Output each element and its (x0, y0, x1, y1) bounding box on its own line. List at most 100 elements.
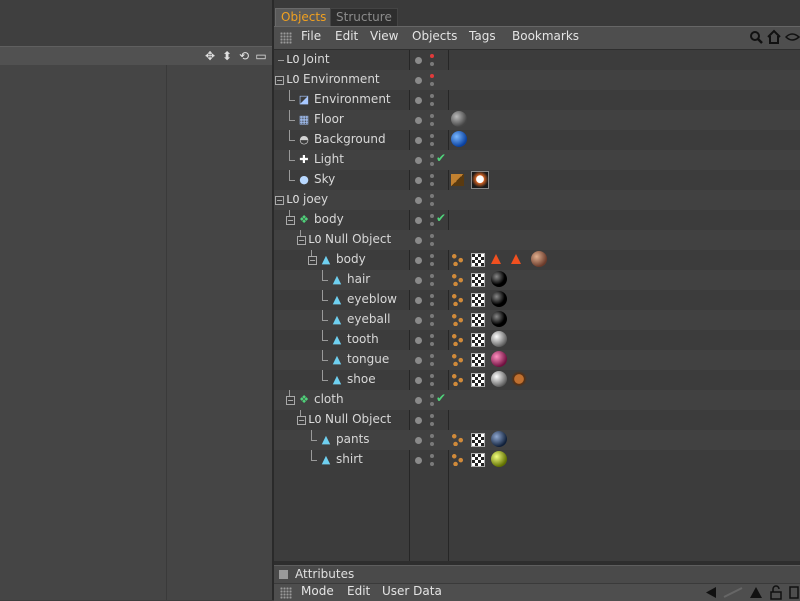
object-name[interactable]: Environment (314, 92, 391, 106)
object-name[interactable]: cloth (314, 392, 344, 406)
object-name[interactable]: hair (347, 272, 370, 286)
menu-file[interactable]: File (301, 29, 321, 43)
object-name[interactable]: Environment (303, 72, 380, 86)
enabled-check-icon[interactable]: ✔ (436, 391, 446, 405)
editor-visibility-dot[interactable] (430, 394, 434, 398)
visibility-dot[interactable] (415, 217, 422, 224)
visibility-dot[interactable] (415, 397, 422, 404)
collapse-toggle[interactable]: − (308, 256, 317, 265)
editor-visibility-dot[interactable] (430, 194, 434, 198)
enabled-check-icon[interactable]: ✔ (436, 151, 446, 165)
collapse-toggle[interactable]: − (275, 196, 284, 205)
render-visibility-dot[interactable] (430, 442, 434, 446)
object-row[interactable]: ▲ eyeball (274, 310, 800, 330)
visibility-dot[interactable] (415, 197, 422, 204)
render-visibility-dot[interactable] (430, 222, 434, 226)
render-visibility-dot[interactable] (430, 242, 434, 246)
object-row[interactable]: ● Sky (274, 170, 800, 190)
object-row[interactable]: ▲ shoe (274, 370, 800, 390)
visibility-dot[interactable] (415, 157, 422, 164)
material-tag-icon[interactable] (451, 111, 467, 127)
visibility-dot[interactable] (415, 57, 422, 64)
texture-tag-icon[interactable] (471, 373, 485, 387)
menu-tags[interactable]: Tags (469, 29, 496, 43)
editor-visibility-dot[interactable] (430, 94, 434, 98)
texture-tag-icon[interactable] (471, 293, 485, 307)
render-visibility-dot[interactable] (430, 342, 434, 346)
clapper-tag-icon[interactable] (451, 174, 464, 186)
object-row[interactable]: − ❖ body ✔ (274, 210, 800, 230)
editor-visibility-dot[interactable] (430, 294, 434, 298)
viewport[interactable] (0, 65, 272, 600)
visibility-dot[interactable] (415, 237, 422, 244)
render-visibility-dot[interactable] (430, 262, 434, 266)
visibility-dot[interactable] (415, 177, 422, 184)
material-tag-icon[interactable] (491, 331, 507, 347)
visibility-dot[interactable] (415, 77, 422, 84)
render-visibility-dot[interactable] (430, 182, 434, 186)
editor-visibility-dot[interactable] (430, 234, 434, 238)
object-name[interactable]: body (336, 252, 366, 266)
tab-objects[interactable]: Objects (275, 8, 333, 26)
editor-visibility-dot[interactable] (430, 414, 434, 418)
selection-tag-icon[interactable] (491, 254, 501, 264)
uvw-tag-icon[interactable] (451, 313, 464, 326)
editor-visibility-dot[interactable] (430, 374, 434, 378)
texture-tag-icon[interactable] (471, 333, 485, 347)
object-row[interactable]: ▲ eyeblow (274, 290, 800, 310)
collapse-toggle[interactable]: − (286, 216, 295, 225)
maximize-icon[interactable]: ▭ (254, 48, 268, 64)
object-row[interactable]: L0 Joint (274, 50, 800, 70)
render-visibility-dot[interactable] (430, 422, 434, 426)
back-arrow-icon[interactable] (704, 586, 718, 599)
visibility-dot[interactable] (415, 437, 422, 444)
object-row[interactable]: ▲ tongue (274, 350, 800, 370)
editor-visibility-dot[interactable] (430, 114, 434, 118)
material-tag-icon[interactable] (491, 451, 507, 467)
object-name[interactable]: Background (314, 132, 386, 146)
object-row[interactable]: ▲ pants (274, 430, 800, 450)
search-icon[interactable] (749, 30, 764, 45)
object-name[interactable]: joey (303, 192, 328, 206)
object-name[interactable]: Joint (303, 52, 330, 66)
uvw-tag-icon[interactable] (451, 433, 464, 446)
object-row[interactable]: ◓ Background (274, 130, 800, 150)
object-row[interactable]: ▦ Floor (274, 110, 800, 130)
new-panel-icon[interactable] (788, 586, 800, 599)
object-row[interactable]: − L0 Environment (274, 70, 800, 90)
object-name[interactable]: Null Object (325, 232, 391, 246)
uvw-tag-icon[interactable] (451, 353, 464, 366)
material-tag-icon[interactable] (491, 351, 507, 367)
visibility-dot[interactable] (415, 357, 422, 364)
editor-visibility-dot[interactable] (430, 434, 434, 438)
gear-tag-icon[interactable] (511, 371, 527, 387)
visibility-dot[interactable] (415, 137, 422, 144)
render-visibility-dot[interactable] (430, 162, 434, 166)
visibility-dot[interactable] (415, 257, 422, 264)
editor-visibility-dot[interactable] (430, 74, 434, 78)
editor-visibility-dot[interactable] (430, 354, 434, 358)
editor-visibility-dot[interactable] (430, 134, 434, 138)
object-row[interactable]: ◪ Environment (274, 90, 800, 110)
object-name[interactable]: pants (336, 432, 370, 446)
render-visibility-dot[interactable] (430, 102, 434, 106)
rotate-icon[interactable]: ⟲ (237, 48, 251, 64)
attr-menu-edit[interactable]: Edit (347, 584, 370, 598)
render-visibility-dot[interactable] (430, 382, 434, 386)
texture-tag-icon[interactable] (471, 253, 485, 267)
object-name[interactable]: shirt (336, 452, 363, 466)
selection-tag-icon[interactable] (511, 254, 521, 264)
visibility-dot[interactable] (415, 457, 422, 464)
object-name[interactable]: body (314, 212, 344, 226)
uvw-tag-icon[interactable] (451, 373, 464, 386)
visibility-dot[interactable] (415, 97, 422, 104)
object-row[interactable]: ▲ tooth (274, 330, 800, 350)
editor-visibility-dot[interactable] (430, 314, 434, 318)
object-name[interactable]: tooth (347, 332, 379, 346)
object-row[interactable]: ✚ Light ✔ (274, 150, 800, 170)
render-visibility-dot[interactable] (430, 402, 434, 406)
tab-structure[interactable]: Structure (330, 8, 398, 26)
collapse-toggle[interactable]: − (297, 236, 306, 245)
texture-tag-icon[interactable] (471, 273, 485, 287)
material-tag-icon[interactable] (451, 131, 467, 147)
